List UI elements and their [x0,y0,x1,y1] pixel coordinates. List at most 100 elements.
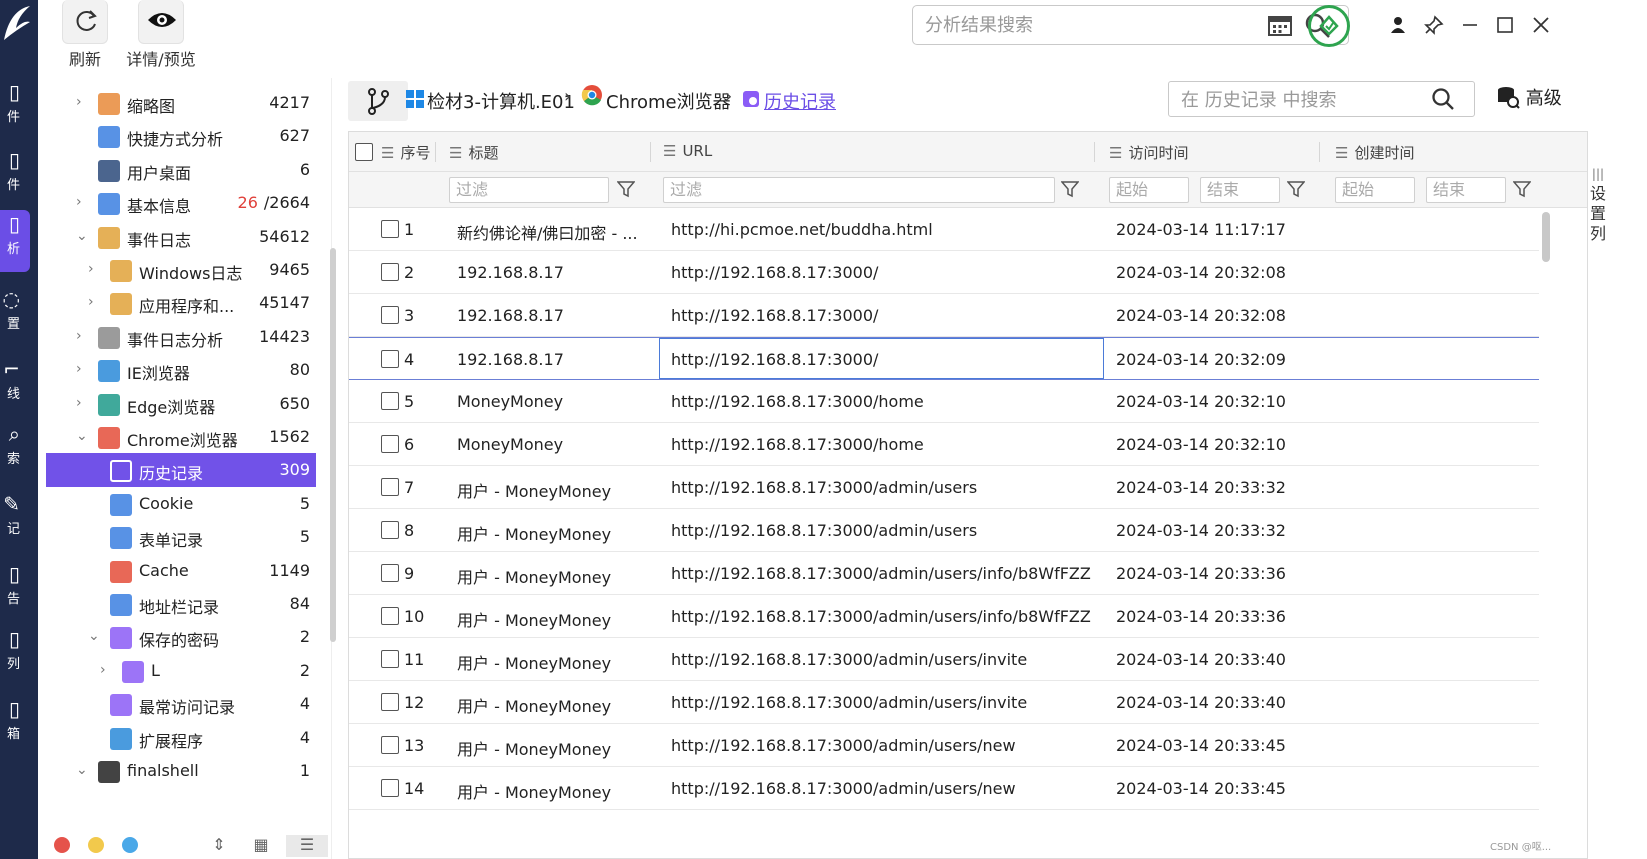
expand-arrow-icon[interactable]: ⌄ [76,428,88,444]
column-divider[interactable] [1319,142,1320,162]
tree-item[interactable]: 用户桌面 6 [46,153,316,187]
expand-arrow-icon[interactable]: › [76,328,88,344]
row-checkbox[interactable] [381,220,399,238]
row-checkbox[interactable] [381,306,399,324]
crumb-device[interactable]: 检材3-计算机.E01 [427,88,575,114]
row-checkbox[interactable] [381,392,399,410]
tree-item[interactable]: › 应用程序和... 45147 [46,286,316,320]
refresh-button[interactable]: 刷新 [60,0,110,70]
rail-item[interactable]: ⌕ 索 [0,420,30,478]
table-row[interactable]: 6 MoneyMoney http://192.168.8.17:3000/home… [349,423,1539,466]
tree-item[interactable]: Cache 1149 [46,554,316,588]
expand-arrow-icon[interactable]: › [88,261,100,277]
row-checkbox[interactable] [381,607,399,625]
expand-arrow-icon[interactable]: ⌄ [88,628,100,644]
table-row[interactable]: 12 用户 - MoneyMoney http://192.168.8.17:300… [349,681,1539,724]
col-header-title[interactable]: ☰ 标题 [449,142,498,163]
blue-dot-icon[interactable] [122,837,138,853]
table-scrollbar[interactable] [1542,212,1550,262]
tree-item[interactable]: 地址栏记录 84 [46,587,316,621]
rail-item[interactable]: ▯ 件 [0,146,30,204]
expand-arrow-icon[interactable] [88,461,100,477]
table-row[interactable]: 3 192.168.8.17 http://192.168.8.17:3000/20… [349,294,1539,337]
filter-icon[interactable] [1512,180,1532,198]
tree-item[interactable]: › Windows日志 9465 [46,253,316,287]
table-row[interactable]: 8 用户 - MoneyMoney http://192.168.8.17:3000… [349,509,1539,552]
expand-arrow-icon[interactable]: › [76,194,88,210]
tree-item[interactable]: ⌄ finalshell 1 [46,754,316,788]
row-checkbox[interactable] [381,693,399,711]
table-row[interactable]: 14 用户 - MoneyMoney http://192.168.8.17:300… [349,767,1539,810]
row-checkbox[interactable] [381,521,399,539]
close-icon[interactable] [1526,10,1556,40]
column-divider[interactable] [650,142,651,162]
crumb-browser[interactable]: Chrome浏览器 [606,88,731,114]
rail-item[interactable]: ▯ 件 [0,78,30,136]
expand-arrow-icon[interactable] [88,495,100,511]
expand-arrow-icon[interactable]: › [76,395,88,411]
expand-arrow-icon[interactable]: ⌄ [76,762,88,778]
table-row[interactable]: 1 新约佛论禅/佛曰加密 - ... http://hi.pcmoe.net/bud… [349,208,1539,251]
tree-item[interactable]: 历史记录 309 [46,453,316,488]
expand-arrow-icon[interactable] [88,695,100,711]
column-settings-tab[interactable]: ||| 设置列 [1590,164,1606,244]
expand-arrow-icon[interactable] [76,161,88,177]
col-header-url[interactable]: ☰ URL [663,142,712,160]
table-row[interactable]: 13 用户 - MoneyMoney http://192.168.8.17:300… [349,724,1539,767]
rail-item[interactable]: ◌ 置 [0,285,30,343]
list-view-icon[interactable]: ☰ [286,835,328,857]
expand-arrow-icon[interactable] [88,595,100,611]
expand-arrow-icon[interactable] [88,528,100,544]
col-header-index[interactable]: ☰ 序号 [381,142,430,163]
branch-toggle-button[interactable] [348,81,408,121]
expand-arrow-icon[interactable]: › [76,94,88,110]
expand-arrow-icon[interactable]: › [88,294,100,310]
tree-item[interactable]: › Edge浏览器 650 [46,387,316,421]
tree-item[interactable]: › 缩略图 4217 [46,86,316,120]
tree-scrollbar[interactable] [330,248,336,642]
calendar-icon[interactable] [1268,14,1292,36]
rail-item[interactable]: ▯ 箱 [0,695,30,753]
tree-item[interactable]: 表单记录 5 [46,520,316,554]
table-row[interactable]: 11 用户 - MoneyMoney http://192.168.8.17:300… [349,638,1539,681]
rail-item[interactable]: ✎ 记 [0,490,30,548]
table-row[interactable]: 9 用户 - MoneyMoney http://192.168.8.17:3000… [349,552,1539,595]
expand-arrow-icon[interactable]: ⌄ [76,228,88,244]
url-filter-input[interactable]: 过滤 [663,177,1055,203]
create-end-input[interactable]: 结束 [1426,177,1506,203]
advanced-search-button[interactable]: 高级 [1496,84,1562,116]
visit-end-input[interactable]: 结束 [1200,177,1280,203]
tree-item[interactable]: Cookie 5 [46,487,316,521]
filter-icon[interactable] [1060,180,1080,198]
tree-item[interactable]: ⌄ 事件日志 54612 [46,220,316,254]
grid-view-icon[interactable]: ▦ [250,835,272,857]
user-icon[interactable] [1383,10,1413,40]
row-checkbox[interactable] [381,564,399,582]
details-preview-button[interactable]: 详情/预览 [122,0,200,70]
table-row[interactable]: 4 192.168.8.17 http://192.168.8.17:3000/20… [349,337,1539,380]
create-start-input[interactable]: 起始 [1335,177,1415,203]
tree-item[interactable]: › 事件日志分析 14423 [46,320,316,354]
table-row[interactable]: 5 MoneyMoney http://192.168.8.17:3000/home… [349,380,1539,423]
rail-item[interactable]: ⌐ 线 [0,355,30,413]
expand-arrow-icon[interactable]: › [76,361,88,377]
expand-arrow-icon[interactable] [76,127,88,143]
crumb-current[interactable]: 历史记录 [764,88,836,114]
tree-item[interactable]: › L 2 [46,654,316,688]
col-header-visit-time[interactable]: ☰ 访问时间 [1109,142,1188,163]
tree-item[interactable]: 最常访问记录 4 [46,687,316,721]
tree-item[interactable]: › IE浏览器 80 [46,353,316,387]
rail-item[interactable]: ▯ 列 [0,625,30,683]
row-checkbox[interactable] [381,263,399,281]
pin-icon[interactable] [1419,10,1449,40]
row-checkbox[interactable] [381,478,399,496]
analysis-search-input[interactable] [925,12,1215,38]
title-filter-input[interactable]: 过滤 [449,177,609,203]
row-checkbox[interactable] [381,350,399,368]
col-header-create-time[interactable]: ☰ 创建时间 [1335,142,1414,163]
rail-item[interactable]: ▯ 析 [0,210,30,272]
row-checkbox[interactable] [381,650,399,668]
yellow-dot-icon[interactable] [88,837,104,853]
row-checkbox[interactable] [381,435,399,453]
collapse-icon[interactable]: ⇕ [208,835,230,857]
